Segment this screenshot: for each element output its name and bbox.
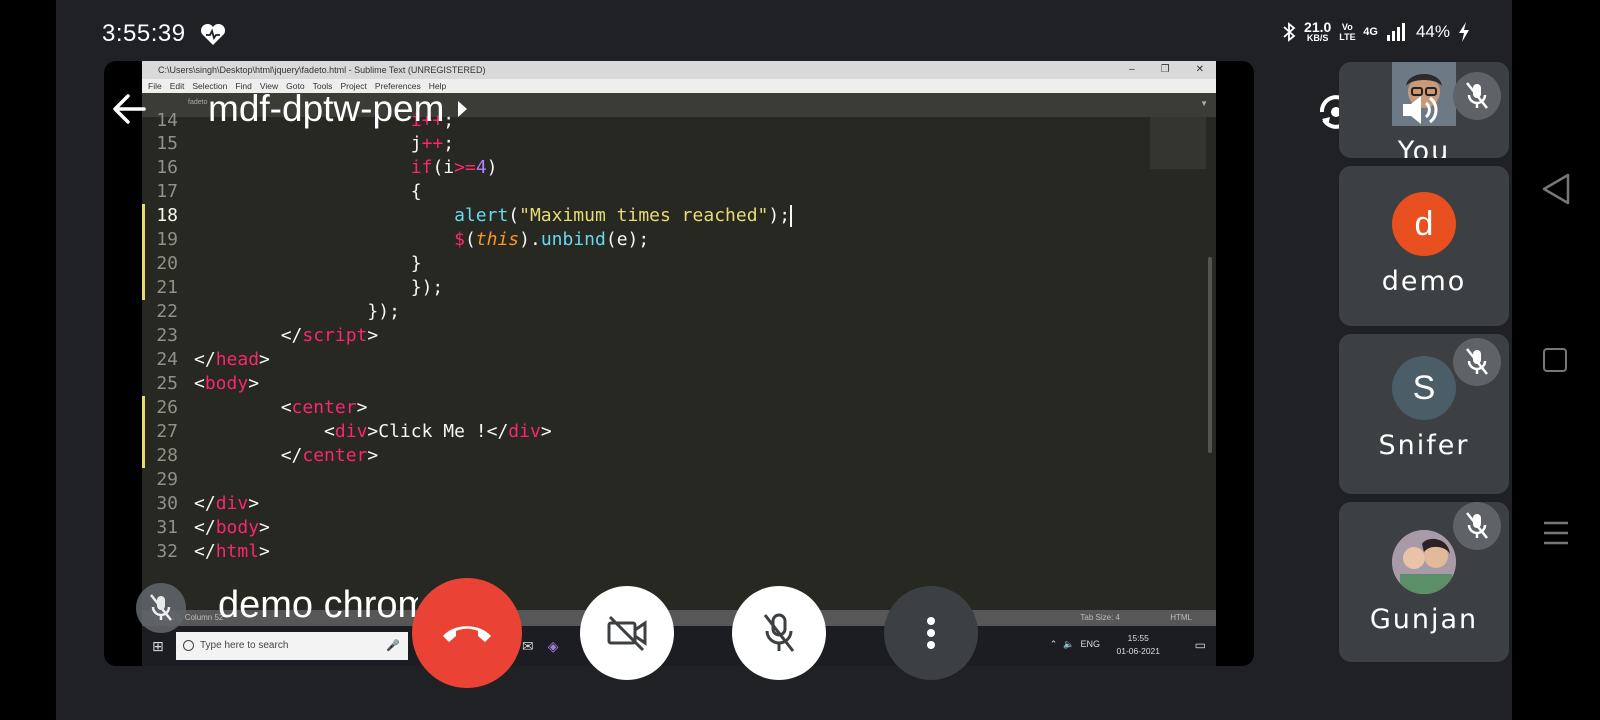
- presenter-name: demo chrome: [218, 584, 418, 626]
- nav-home-icon[interactable]: [1543, 348, 1567, 372]
- participant-name: Snifer: [1378, 430, 1470, 461]
- network-type: 4G: [1363, 25, 1378, 38]
- status-bar: 3:55:39 21.0 KB/S Vo LTE 4G 44%: [0, 0, 1600, 60]
- code-line: 26 <center>: [156, 397, 368, 418]
- mail-icon: ✉: [522, 638, 534, 654]
- participant-photo: [1392, 530, 1456, 594]
- network-speed: 21.0 KB/S: [1304, 19, 1332, 43]
- code-line: 23 </script>: [156, 325, 379, 346]
- window-title: C:\Users\singh\Desktop\html\jquery\fadet…: [158, 65, 486, 75]
- end-call-button[interactable]: [412, 578, 522, 688]
- modified-gutter-mark: [142, 204, 145, 300]
- code-line: 20 }: [156, 253, 422, 274]
- heart-icon: [200, 24, 226, 45]
- status-time: 3:55:39: [102, 20, 186, 47]
- muted-badge: [1453, 338, 1501, 386]
- code-line: 17 {: [156, 181, 422, 202]
- muted-badge: [1453, 72, 1501, 120]
- menu-item: File: [148, 81, 162, 91]
- windows-taskbar: ⊞ Type here to search 🎤 ✉ ◈ ⌃ 🔈 ENG 15:5…: [142, 626, 1216, 666]
- caret-right-icon: [458, 101, 468, 117]
- participant-tile-gunjan[interactable]: Gunjan: [1339, 502, 1509, 662]
- battery-percent: 44%: [1415, 21, 1450, 41]
- code-editor: 14 i++; 15 j++; 16 if(i>=4) 17 { 18 aler…: [142, 110, 1216, 617]
- code-line: 18 alert("Maximum times reached");: [156, 205, 793, 227]
- nav-recents-icon[interactable]: [1542, 520, 1570, 546]
- window-title-bar: C:\Users\singh\Desktop\html\jquery\fadet…: [142, 61, 1216, 79]
- more-options-button[interactable]: [884, 586, 978, 680]
- code-line: 25 <body>: [156, 373, 260, 394]
- editor-tab: fadeto: [188, 99, 208, 106]
- windows-start-icon: ⊞: [152, 638, 164, 654]
- avatar: S: [1392, 356, 1456, 420]
- tab-size: Tab Size: 4: [1080, 613, 1120, 622]
- shared-screen: C:\Users\singh\Desktop\html\jquery\fadet…: [142, 61, 1216, 666]
- cortana-icon: [183, 640, 194, 651]
- minimize-icon: –: [1129, 64, 1135, 75]
- speaker-icon: [1403, 96, 1438, 124]
- signal-icon: [1386, 22, 1405, 41]
- notification-icon: ▭: [1194, 638, 1206, 652]
- system-tray: ⌃ 🔈 ENG: [1050, 639, 1100, 650]
- visual-studio-icon: ◈: [547, 638, 559, 654]
- mic-off-icon: [1466, 512, 1488, 539]
- code-line: 19 $(this).unbind(e);: [156, 229, 650, 250]
- more-vert-icon: [927, 617, 935, 649]
- code-line: 27 <div>Click Me !</div>: [156, 421, 552, 442]
- avatar: [1392, 530, 1456, 594]
- mic-toggle-button[interactable]: [732, 586, 826, 680]
- code-line: 15 j++;: [156, 133, 455, 154]
- code-line: 28 </center>: [156, 445, 379, 466]
- tray-chevron-icon: ⌃: [1049, 639, 1058, 649]
- taskbar-search: Type here to search 🎤: [176, 632, 408, 660]
- status-icons: 21.0 KB/S Vo LTE 4G 44%: [1282, 20, 1470, 43]
- volume-icon: 🔈: [1063, 639, 1075, 649]
- charging-icon: [1459, 21, 1469, 42]
- nav-back-icon[interactable]: [1540, 172, 1572, 206]
- mic-off-icon: [150, 594, 172, 621]
- bluetooth-icon: [1283, 21, 1296, 42]
- participant-tile-demo[interactable]: d demo: [1339, 166, 1509, 326]
- volte-indicator: Vo LTE: [1339, 21, 1356, 42]
- code-line: 22 });: [156, 301, 400, 322]
- code-line: 30 </div>: [156, 493, 260, 514]
- editor-scrollbar: [1208, 257, 1212, 453]
- presenter-muted-badge: [136, 583, 186, 633]
- avatar: d: [1392, 192, 1456, 256]
- code-line: 21 });: [156, 277, 444, 298]
- menu-item: Edit: [169, 81, 185, 91]
- close-icon: ✕: [1195, 64, 1204, 75]
- maximize-icon: ❐: [1160, 64, 1170, 75]
- taskbar-clock: 15:55 01-06-2021: [1116, 633, 1160, 656]
- minimap: [1150, 117, 1206, 169]
- mic-off-icon: [763, 613, 795, 652]
- window-controls: – ❐ ✕: [1129, 61, 1204, 79]
- mic-off-icon: [1466, 348, 1488, 375]
- code-line: 16 if(i>=4): [156, 157, 498, 178]
- input-language: ENG: [1080, 639, 1100, 649]
- back-arrow-icon[interactable]: [112, 92, 146, 126]
- code-line: 31 </body>: [156, 517, 270, 538]
- hang-up-icon: [443, 626, 491, 642]
- presentation-tile[interactable]: C:\Users\singh\Desktop\html\jquery\fadet…: [104, 61, 1254, 666]
- meeting-code[interactable]: mdf-dptw-pem: [208, 88, 468, 130]
- participant-name: You: [1397, 136, 1451, 158]
- code-line: 29: [156, 469, 178, 490]
- participant-name: demo: [1381, 266, 1467, 297]
- code-line: 24 </head>: [156, 349, 270, 370]
- tab-dropdown-icon: ▼: [1200, 99, 1208, 108]
- muted-badge: [1453, 502, 1501, 550]
- participant-tile-snifer[interactable]: S Snifer: [1339, 334, 1509, 494]
- taskbar-mic-icon: 🎤: [386, 640, 400, 652]
- modified-gutter-mark: [142, 396, 145, 468]
- mic-off-icon: [1466, 82, 1488, 109]
- participant-name: Gunjan: [1369, 604, 1479, 635]
- camera-off-icon: [607, 615, 647, 652]
- code-line: 32 </html>: [156, 541, 270, 562]
- participant-tile-self[interactable]: You: [1339, 62, 1509, 158]
- taskbar-apps: ✉ ◈: [522, 638, 559, 655]
- camera-toggle-button[interactable]: [580, 586, 674, 680]
- syntax-mode: HTML: [1170, 613, 1192, 622]
